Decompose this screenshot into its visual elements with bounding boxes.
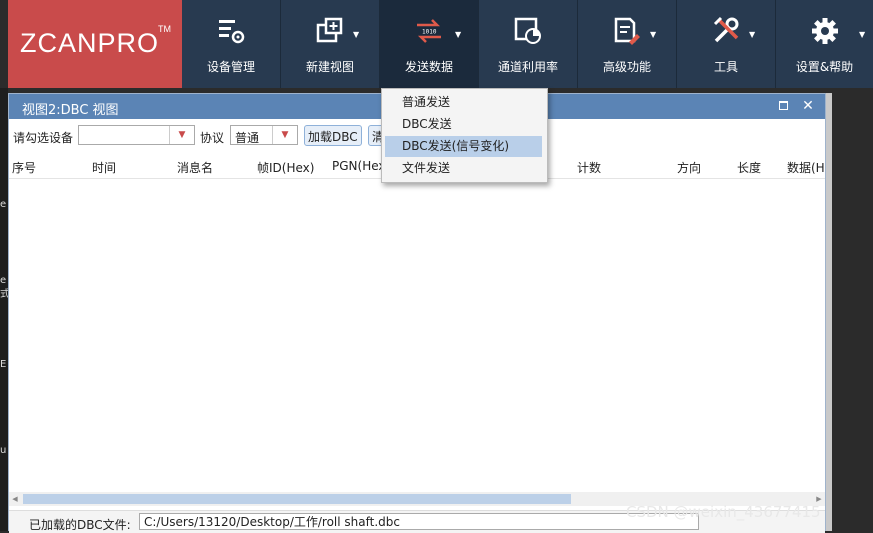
dropdown-caret-icon: ▼	[749, 30, 756, 39]
restore-icon	[778, 101, 788, 110]
toolbar-label: 通道利用率	[497, 60, 558, 74]
column-header[interactable]: 时间	[92, 159, 116, 176]
send-data-icon: 1010	[380, 16, 478, 49]
toolbar-label: 发送数据	[404, 60, 453, 74]
protocol-label: 协议	[200, 131, 225, 145]
toolbar-label: 设备管理	[206, 60, 255, 74]
column-header[interactable]: 消息名	[177, 159, 213, 176]
menu-item-file-send[interactable]: 文件发送	[385, 158, 542, 179]
new-view-icon	[281, 16, 379, 49]
toolbar-new-view[interactable]: ▼ 新建视图	[281, 0, 380, 88]
toolbar-advanced[interactable]: ▼ 高级功能	[578, 0, 677, 88]
vertical-scrollbar[interactable]	[826, 93, 832, 531]
menu-item-dbc-send[interactable]: DBC发送	[385, 114, 542, 135]
column-header[interactable]: 方向	[677, 159, 701, 176]
toolbar-label: 新建视图	[305, 60, 354, 74]
close-icon: ✕	[802, 98, 814, 114]
svg-text:1010: 1010	[422, 29, 437, 36]
close-button[interactable]: ✕	[801, 99, 815, 113]
scrollbar-thumb[interactable]	[23, 494, 571, 504]
toolbar-label: 高级功能	[602, 60, 651, 74]
channel-usage-icon	[479, 16, 577, 49]
toolbar-send-data[interactable]: 1010 ▼ 发送数据	[380, 0, 479, 88]
device-label: 请勾选设备	[13, 131, 74, 145]
toolbar-channel-usage[interactable]: 通道利用率	[479, 0, 578, 88]
background-text: e	[0, 199, 7, 210]
dropdown-caret-icon: ▼	[859, 30, 866, 39]
column-header[interactable]: 长度	[737, 159, 761, 176]
tools-icon	[677, 16, 775, 49]
background-text: E	[0, 359, 7, 370]
column-header[interactable]: 数据(H	[787, 159, 825, 176]
restore-button[interactable]	[776, 99, 790, 113]
logo-text: ZCANPRO	[20, 28, 160, 58]
send-data-dropdown-menu: 普通发送 DBC发送 DBC发送(信号变化) 文件发送	[381, 88, 548, 183]
column-header[interactable]: 帧ID(Hex)	[257, 159, 314, 176]
dropdown-caret-icon: ▼	[650, 30, 657, 39]
column-header[interactable]: PGN(Hex	[332, 159, 386, 173]
toolbar-label: 工具	[713, 60, 738, 74]
data-grid[interactable]	[9, 178, 825, 489]
scroll-left-icon[interactable]: ◀	[9, 492, 21, 506]
csdn-watermark: CSDN @weixin_43677415	[626, 503, 821, 521]
advanced-icon	[578, 16, 676, 49]
chevron-down-icon: ▼	[272, 126, 297, 144]
toolbar-settings-help[interactable]: ▼ 设置&帮助	[776, 0, 873, 88]
menu-item-normal-send[interactable]: 普通发送	[385, 92, 542, 113]
column-header[interactable]: 计数	[577, 159, 601, 176]
chevron-down-icon: ▼	[169, 126, 194, 144]
dropdown-caret-icon: ▼	[455, 30, 462, 39]
zcanpro-logo: ZCANPRO TM	[8, 0, 182, 88]
toolbar-device-management[interactable]: 设备管理	[182, 0, 281, 88]
protocol-select-value: 普通	[235, 131, 260, 145]
main-toolbar: 设备管理 ▼ 新建视图 1010 ▼ 发送数据 通道利用率 ▼ 高级功能 ▼ 工…	[182, 0, 873, 88]
loaded-dbc-label: 已加载的DBC文件:	[29, 518, 131, 532]
protocol-select[interactable]: 普通 ▼	[230, 125, 298, 145]
device-select[interactable]: ▼	[78, 125, 195, 145]
panel-title: 视图2:DBC 视图	[22, 103, 119, 118]
background-text: e	[0, 275, 7, 286]
background-window-strip: e e 式 E u	[0, 88, 10, 531]
dropdown-caret-icon: ▼	[353, 30, 360, 39]
background-text: u	[0, 445, 7, 456]
device-settings-icon	[182, 16, 280, 49]
toolbar-label: 设置&帮助	[795, 60, 854, 74]
loaded-dbc-path: C:/Users/13120/Desktop/工作/roll shaft.dbc	[139, 513, 699, 530]
logo-trademark: TM	[158, 24, 171, 34]
column-header[interactable]: 序号	[12, 159, 36, 176]
toolbar-tools[interactable]: ▼ 工具	[677, 0, 776, 88]
menu-item-dbc-send-signal-change[interactable]: DBC发送(信号变化)	[385, 136, 542, 157]
load-dbc-button[interactable]: 加载DBC	[304, 125, 362, 146]
